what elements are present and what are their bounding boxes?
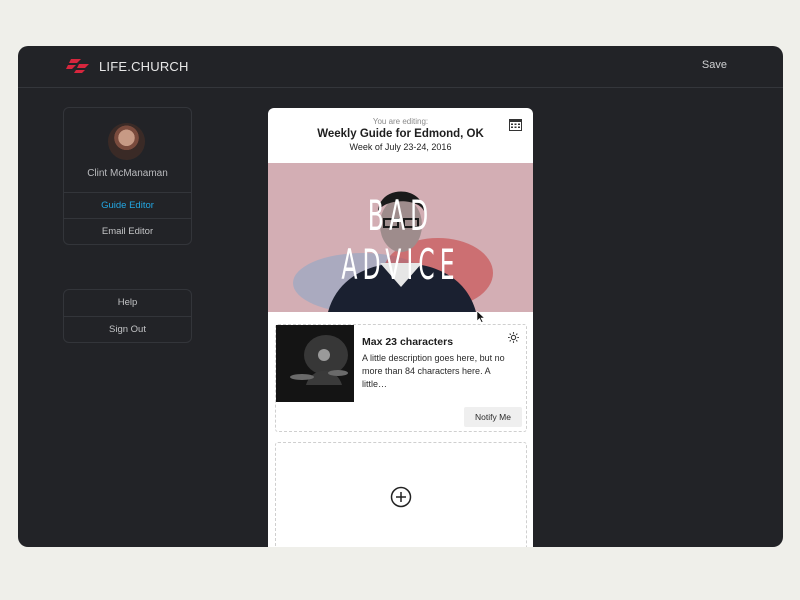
guide-preview: You are editing: Weekly Guide for Edmond… bbox=[268, 108, 533, 547]
hero-banner[interactable]: BAD ADVICE bbox=[268, 163, 533, 312]
top-bar: LIFE.CHURCH Save bbox=[18, 46, 783, 88]
brand-name: LIFE.CHURCH bbox=[99, 58, 189, 74]
guide-title: Weekly Guide for Edmond, OK bbox=[317, 128, 484, 140]
avatar bbox=[108, 123, 145, 160]
save-button[interactable]: Save bbox=[702, 59, 727, 71]
add-item-area[interactable] bbox=[275, 442, 527, 547]
nav-guide-editor[interactable]: Guide Editor bbox=[64, 192, 191, 219]
calendar-icon[interactable] bbox=[509, 118, 522, 131]
drummer-image bbox=[276, 325, 354, 402]
nav-help[interactable]: Help bbox=[64, 290, 191, 316]
nav-sign-out[interactable]: Sign Out bbox=[64, 316, 191, 342]
add-circle-icon[interactable] bbox=[390, 486, 412, 508]
app-window: LIFE.CHURCH Save Clint McManaman Guide E… bbox=[18, 46, 783, 547]
user-name: Clint McManaman bbox=[87, 168, 168, 179]
gear-icon[interactable] bbox=[507, 331, 520, 344]
brand-mark-icon bbox=[66, 59, 89, 73]
notify-me-button[interactable]: Notify Me bbox=[464, 407, 522, 427]
guide-week: Week of July 23-24, 2016 bbox=[349, 142, 452, 152]
editing-label: You are editing: bbox=[372, 117, 429, 126]
item-thumbnail[interactable] bbox=[276, 325, 354, 402]
nav-email-editor[interactable]: Email Editor bbox=[64, 218, 191, 244]
item-description[interactable]: A little description goes here, but no m… bbox=[362, 352, 517, 391]
aux-menu: Help Sign Out bbox=[63, 289, 192, 343]
profile-card: Clint McManaman Guide Editor Email Edito… bbox=[63, 107, 192, 245]
mouse-cursor-icon bbox=[477, 311, 486, 323]
guide-item-card: Max 23 characters A little description g… bbox=[275, 324, 527, 432]
hero-title: BAD ADVICE bbox=[341, 191, 460, 289]
brand-logo[interactable]: LIFE.CHURCH bbox=[65, 58, 189, 74]
item-title[interactable]: Max 23 characters bbox=[362, 336, 453, 348]
